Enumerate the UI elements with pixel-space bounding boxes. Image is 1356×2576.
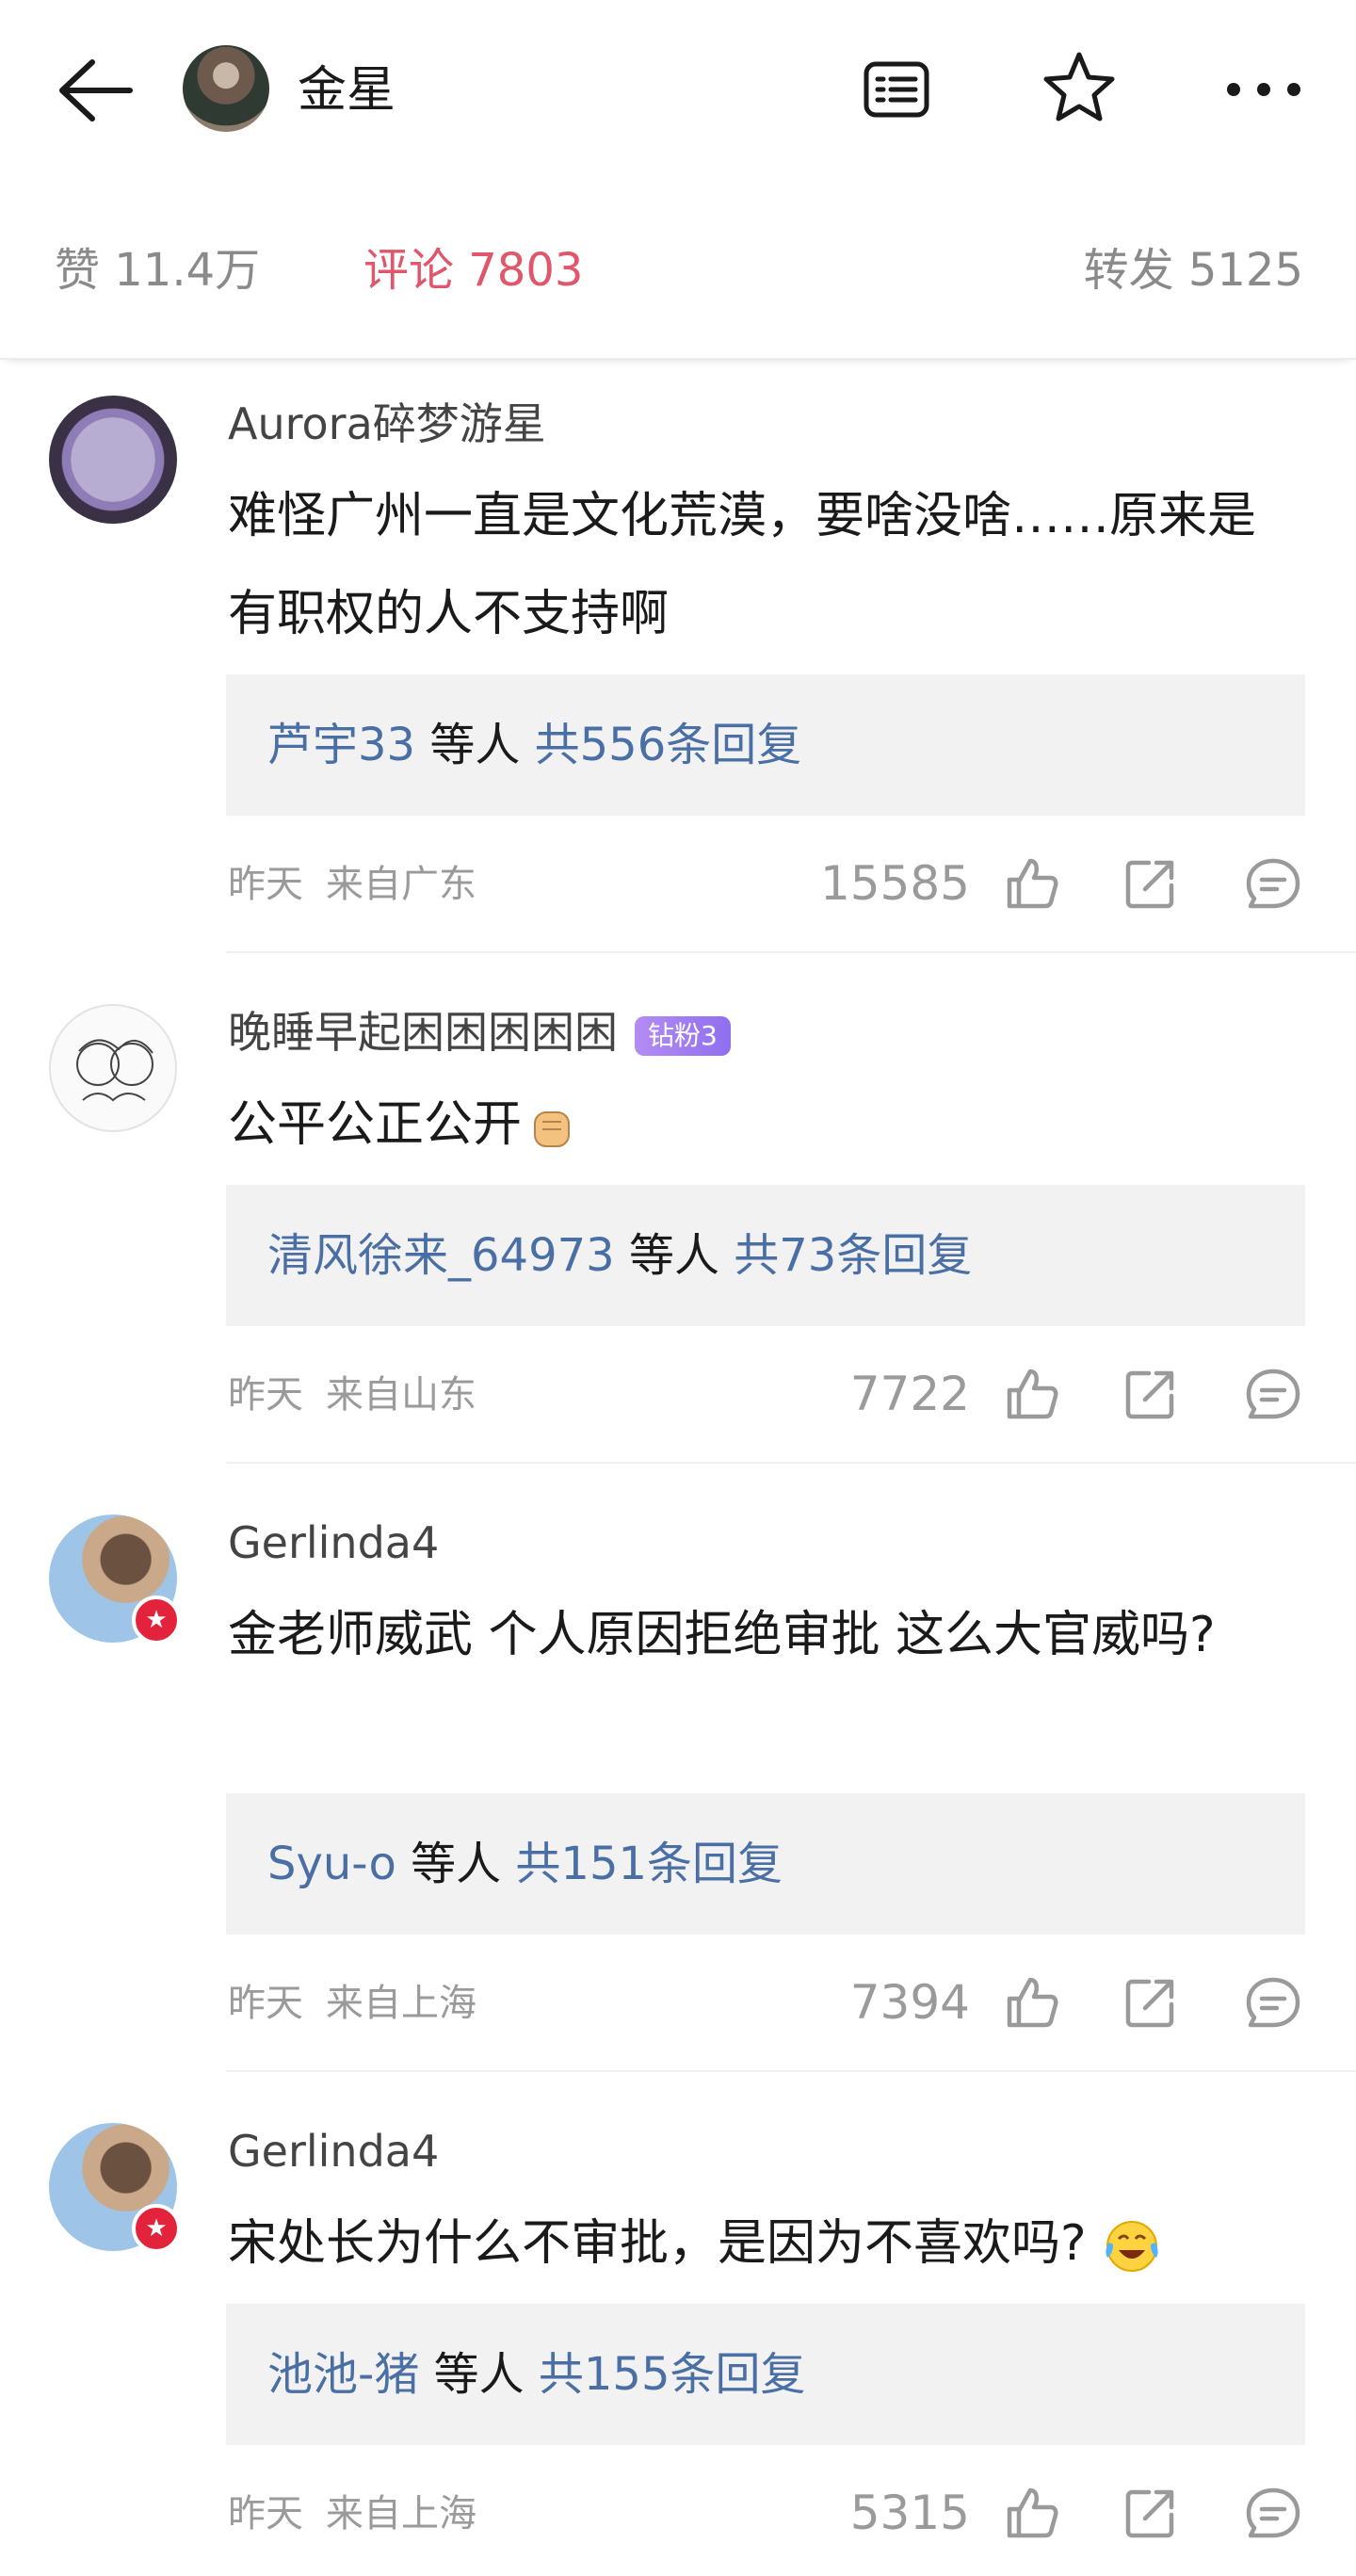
author-name[interactable]: 金星	[298, 58, 396, 122]
avatar[interactable]	[49, 1004, 177, 1132]
reply-summary-box[interactable]: Syu-o 等人 共151条回复	[226, 1793, 1305, 1935]
reply-total[interactable]: 共73条回复	[734, 1229, 972, 1282]
divider	[226, 2070, 1356, 2072]
reply-username[interactable]: 清风徐来_64973	[267, 1229, 615, 1282]
divider	[226, 951, 1356, 953]
like-count: 7394	[849, 1975, 970, 2030]
comment-time: 昨天	[228, 2492, 303, 2535]
comment-time: 昨天	[228, 863, 303, 906]
like-count: 5315	[849, 2486, 970, 2540]
comment-meta: 昨天 来自广东	[228, 859, 476, 910]
like-count: 15585	[819, 856, 970, 911]
share-icon[interactable]	[1122, 855, 1179, 912]
more-icon[interactable]	[1224, 79, 1303, 100]
reply-summary: 清风徐来_64973 等人 共73条回复	[267, 1226, 972, 1285]
comment-meta: 昨天 来自山东	[228, 1369, 476, 1420]
thumbs-up-icon[interactable]	[1004, 2485, 1060, 2541]
reply-username[interactable]: 芦宇33	[267, 719, 415, 771]
comment-text: 公平公正公开	[228, 1076, 1292, 1174]
comment-username: 晚睡早起困困困困困 钻粉3	[228, 1004, 731, 1061]
reply-connector: 等人	[419, 2348, 539, 2401]
comment-location: 来自上海	[326, 1982, 476, 2025]
thumbs-up-icon[interactable]	[1004, 1974, 1060, 2031]
comment-icon[interactable]	[1245, 1974, 1301, 2031]
tab-reposts[interactable]: 转发 5125	[1084, 240, 1303, 300]
reply-summary: 池池-猪 等人 共155条回复	[267, 2345, 805, 2404]
list-icon[interactable]	[863, 60, 930, 119]
avatar[interactable]: ★	[49, 2123, 181, 2253]
comment-username[interactable]: Aurora碎梦游星	[228, 396, 546, 452]
like-count: 7722	[849, 1367, 970, 1421]
comment-icon[interactable]	[1245, 2485, 1301, 2541]
comment-icon[interactable]	[1245, 1366, 1301, 1422]
author-avatar[interactable]	[183, 45, 269, 132]
comment-text-span: 宋处长为什么不审批，是因为不喜欢吗?	[228, 2215, 1087, 2272]
comment-time: 昨天	[228, 1373, 303, 1417]
avatar[interactable]	[49, 396, 177, 524]
comment-meta: 昨天 来自上海	[228, 2488, 476, 2539]
comment-username[interactable]: Gerlinda4	[228, 1515, 439, 1571]
comment-text-span: 公平公正公开	[228, 1096, 523, 1153]
share-icon[interactable]	[1122, 2485, 1179, 2541]
laughing-crying-emoji-icon	[1106, 2221, 1158, 2272]
comment-location: 来自广东	[326, 863, 476, 906]
thumbs-up-icon[interactable]	[1004, 1366, 1060, 1422]
star-icon[interactable]	[1041, 49, 1117, 124]
share-icon[interactable]	[1122, 1974, 1179, 2031]
comment-time: 昨天	[228, 1982, 303, 2025]
comment-meta: 昨天 来自上海	[228, 1978, 476, 2029]
verified-badge-icon: ★	[132, 1596, 181, 1644]
comment-username[interactable]: Gerlinda4	[228, 2123, 439, 2179]
comment-text: 难怪广州一直是文化荒漠，要啥没啥……原来是有职权的人不支持啊	[228, 488, 1257, 642]
avatar[interactable]: ★	[49, 1515, 181, 1644]
username-text[interactable]: 晚睡早起困困困困困	[228, 1007, 618, 1058]
reply-total[interactable]: 共151条回复	[515, 1838, 783, 1890]
reply-summary: Syu-o 等人 共151条回复	[267, 1835, 783, 1893]
reply-connector: 等人	[415, 719, 535, 771]
fist-emoji-icon	[534, 1111, 571, 1147]
reply-username[interactable]: 池池-猪	[267, 2348, 419, 2401]
fan-badge[interactable]: 钻粉3	[635, 1015, 731, 1056]
reply-summary-box[interactable]: 清风徐来_64973 等人 共73条回复	[226, 1185, 1305, 1326]
top-bar: 金星	[0, 0, 1356, 179]
reply-connector: 等人	[396, 1838, 516, 1890]
comment-location: 来自山东	[326, 1373, 476, 1417]
reply-summary-box[interactable]: 池池-猪 等人 共155条回复	[226, 2304, 1305, 2445]
reply-summary-box[interactable]: 芦宇33 等人 共556条回复	[226, 674, 1305, 816]
reply-username[interactable]: Syu-o	[267, 1838, 396, 1890]
verified-badge-icon: ★	[132, 2204, 181, 2253]
comment-location: 来自上海	[326, 2492, 476, 2535]
thumbs-up-icon[interactable]	[1004, 855, 1060, 912]
share-icon[interactable]	[1122, 1366, 1179, 1422]
reply-summary: 芦宇33 等人 共556条回复	[267, 716, 801, 774]
divider	[226, 1462, 1356, 1464]
comment-text: 金老师威武 个人原因拒绝审批 这么大官威吗?	[228, 1607, 1216, 1663]
sketch-avatar-icon	[76, 1039, 153, 1102]
comment-icon[interactable]	[1245, 855, 1301, 912]
tab-likes[interactable]: 赞 11.4万	[55, 240, 260, 300]
back-arrow-icon[interactable]	[55, 57, 134, 124]
reply-connector: 等人	[614, 1229, 734, 1282]
comment-text: 宋处长为什么不审批，是因为不喜欢吗?	[228, 2195, 1292, 2292]
reply-total[interactable]: 共556条回复	[535, 719, 802, 771]
reply-total[interactable]: 共155条回复	[539, 2348, 806, 2401]
